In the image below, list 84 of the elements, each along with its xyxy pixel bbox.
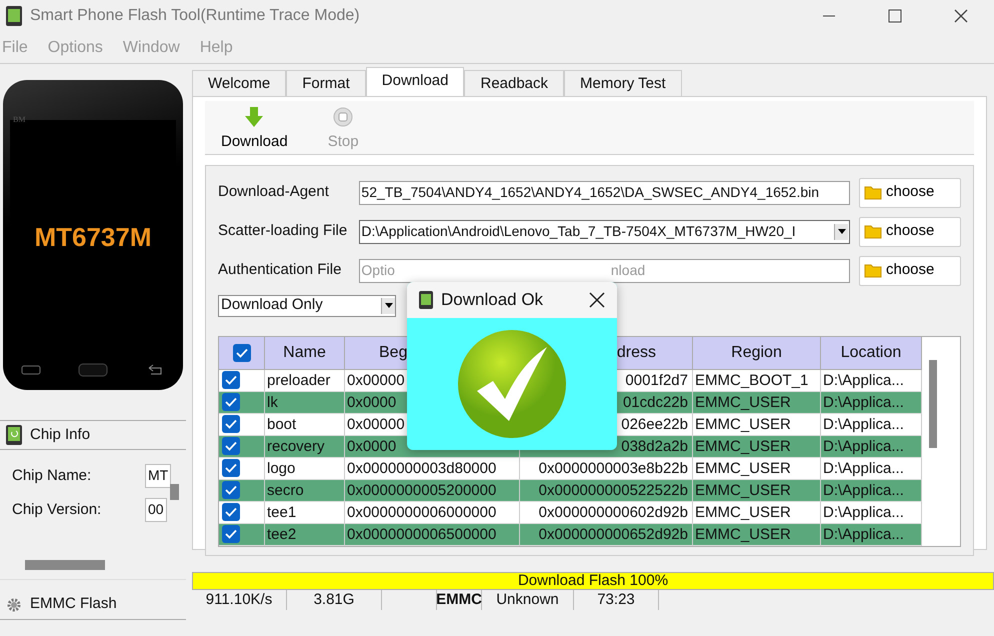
checkmark-icon — [225, 419, 237, 429]
choose-button[interactable]: choose — [859, 178, 961, 208]
checkbox[interactable] — [222, 481, 240, 499]
panel-title: Chip Info — [30, 424, 90, 445]
checkmark-icon — [457, 329, 567, 439]
checkbox[interactable] — [222, 459, 240, 477]
app-icon — [6, 6, 22, 26]
panel-title: EMMC Flash — [30, 594, 117, 614]
table-cell: EMMC_USER — [693, 524, 821, 546]
checkbox[interactable] — [222, 525, 240, 543]
table-cell: EMMC_USER — [693, 392, 821, 414]
tab[interactable]: Welcome — [192, 70, 286, 96]
field-label: Authentication File — [218, 260, 342, 280]
checkmark-icon — [225, 485, 237, 495]
scrollbar-thumb[interactable] — [25, 560, 105, 570]
chip-info-icon — [6, 425, 22, 445]
checkbox[interactable] — [222, 371, 240, 389]
checkbox[interactable] — [232, 344, 250, 362]
input-field[interactable]: 52_TB_7504\ANDY4_1652\ANDY4_1652\DA_SWSEC_ANDY4_1652.bin — [359, 180, 850, 204]
tab[interactable]: Format — [286, 70, 366, 96]
column-header[interactable]: Name — [265, 336, 345, 370]
phone-brand-text: BM — [13, 114, 26, 126]
field-value[interactable]: MT — [145, 464, 172, 488]
chip-model-text: MT6737M — [34, 221, 152, 254]
column-header[interactable]: Location — [821, 336, 922, 370]
folder-icon — [864, 263, 882, 278]
table-cell: 0x000000000652d92b — [520, 524, 693, 546]
mode-dropdown[interactable]: Download Only — [218, 294, 396, 316]
table-cell: secro — [265, 480, 345, 502]
field-label: Chip Version: — [12, 500, 102, 520]
column-header[interactable]: Region — [693, 336, 821, 370]
table-cell: tee2 — [265, 524, 345, 546]
table-cell: EMMC_USER — [693, 480, 821, 502]
table-cell: EMMC_USER — [693, 436, 821, 458]
table-cell: 0x0000000006500000 — [345, 524, 520, 546]
dialog-title: Download Ok — [441, 289, 544, 312]
toolbar-button[interactable]: Download — [221, 101, 288, 154]
folder-icon — [864, 185, 882, 200]
down-arrow-icon — [245, 107, 264, 127]
checkmark-icon — [225, 463, 237, 473]
folder-icon — [864, 224, 882, 239]
table-cell: 0x0000000005200000 — [345, 480, 520, 502]
status-text: EMMC — [437, 590, 482, 610]
stop-icon — [333, 107, 354, 127]
checkmark-icon — [225, 529, 237, 539]
table-cell: 0x000000000522522b — [520, 480, 693, 502]
gear-icon — [6, 596, 22, 612]
scrollbar-thumb[interactable] — [170, 484, 179, 500]
checkbox[interactable] — [222, 437, 240, 455]
maximize-button[interactable] — [888, 9, 902, 23]
table-cell: D:\Applica... — [821, 524, 922, 546]
checkmark-icon — [236, 348, 248, 358]
home-key-icon — [78, 363, 108, 377]
app-icon — [419, 291, 433, 309]
field-value[interactable]: 00 — [145, 498, 167, 522]
field-label: Chip Name: — [12, 466, 92, 486]
caret-icon — [384, 303, 392, 308]
table-cell: D:\Applica... — [821, 436, 922, 458]
caret-icon — [838, 229, 846, 234]
close-button[interactable] — [954, 9, 968, 23]
tab[interactable]: Memory Test — [564, 70, 682, 96]
checkmark-icon — [225, 375, 237, 385]
table-cell: lk — [265, 392, 345, 414]
scrollbar-thumb[interactable] — [929, 360, 937, 448]
tab[interactable]: Readback — [464, 70, 564, 96]
checkbox[interactable] — [222, 503, 240, 521]
table-cell: D:\Applica... — [821, 480, 922, 502]
table-cell: D:\Applica... — [821, 392, 922, 414]
table-cell: recovery — [265, 436, 345, 458]
checkbox[interactable] — [222, 415, 240, 433]
path-combo[interactable]: D:\Application\Android\Lenovo_Tab_7_TB-7504X_MT6737M_HW20_I — [359, 220, 850, 244]
choose-button[interactable]: choose — [859, 216, 961, 246]
choose-button[interactable]: choose — [859, 256, 961, 286]
checkmark-icon — [225, 507, 237, 517]
menu-key-icon — [21, 365, 42, 375]
progress-label: Download Flash 100% — [516, 573, 670, 589]
close-button[interactable] — [589, 292, 605, 308]
field-label: Download-Agent — [218, 182, 330, 202]
field-label: Scatter-loading File — [218, 221, 348, 242]
tab[interactable]: Download — [366, 67, 464, 96]
checkbox[interactable] — [222, 393, 240, 411]
checkmark-icon — [225, 397, 237, 407]
window-title: Smart Phone Flash Tool(Runtime Trace Mode) — [30, 6, 360, 26]
checkmark-icon — [225, 441, 237, 451]
